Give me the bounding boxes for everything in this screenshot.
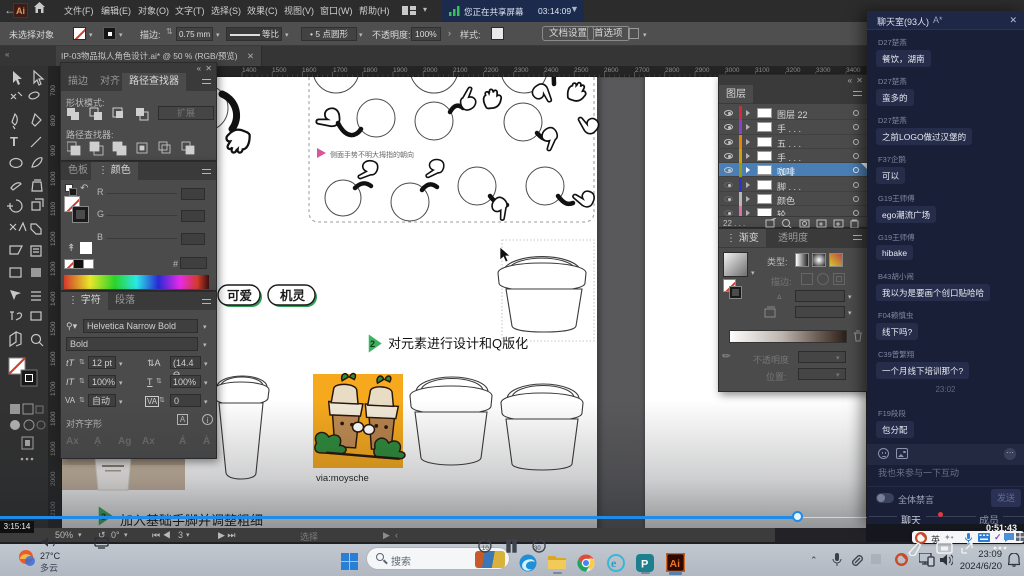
svg-text:via:moysche: via:moysche	[316, 473, 369, 484]
svg-text:P: P	[641, 559, 648, 571]
svg-text:对元素进行设计和Q版化: 对元素进行设计和Q版化	[388, 336, 528, 351]
svg-text:Ạ: Ạ	[94, 436, 101, 447]
svg-text:Ai: Ai	[670, 558, 681, 570]
svg-text:10: 10	[482, 546, 489, 552]
svg-text:e: e	[611, 556, 617, 570]
svg-text:Ag: Ag	[118, 436, 131, 447]
svg-text:Á: Á	[179, 434, 186, 447]
svg-text:侧面手势不明大拇指的朝向: 侧面手势不明大拇指的朝向	[330, 150, 414, 159]
svg-text:机灵: 机灵	[280, 288, 306, 303]
svg-text:À: À	[203, 434, 210, 447]
svg-text:T: T	[10, 134, 18, 149]
svg-text:多云: 多云	[40, 562, 58, 573]
svg-text:30: 30	[534, 546, 541, 552]
svg-text:可爱: 可爱	[227, 288, 253, 303]
svg-text:Ax: Ax	[142, 436, 155, 447]
svg-text:2: 2	[370, 339, 375, 349]
svg-text:Ax: Ax	[66, 436, 79, 447]
